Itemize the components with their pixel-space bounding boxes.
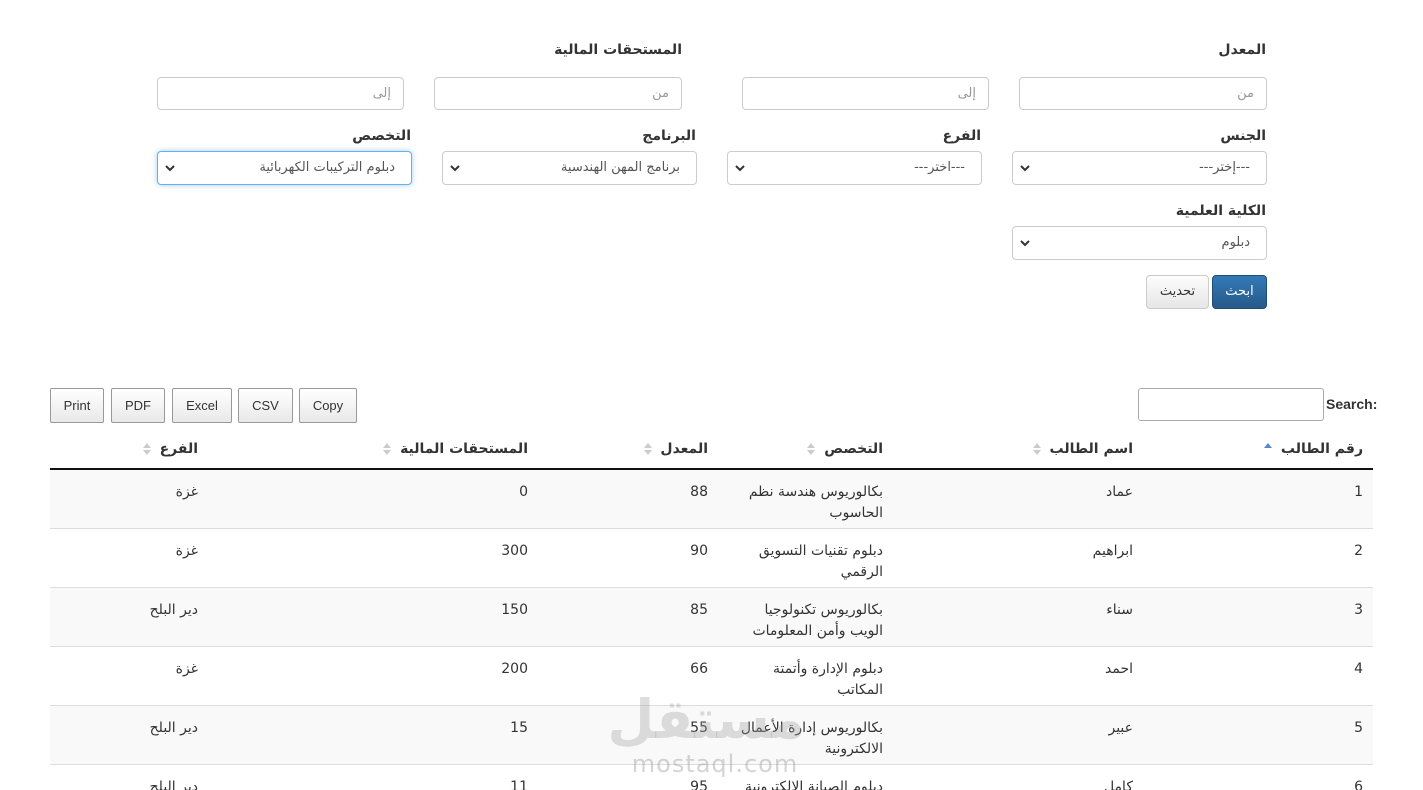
cell-branch: غزة xyxy=(50,468,208,528)
cell-branch: دير البلح xyxy=(50,586,208,646)
cell-branch: غزة xyxy=(50,527,208,587)
chevron-down-icon xyxy=(1020,165,1030,172)
table-row[interactable]: 6 كامل دبلوم الصيانة الإلكترونية 95 11 د… xyxy=(50,763,1373,790)
cell-average: 66 xyxy=(538,645,718,705)
cell-student-number: 2 xyxy=(1143,527,1373,587)
cell-average: 90 xyxy=(538,527,718,587)
cell-average: 85 xyxy=(538,586,718,646)
financial-label: المستحقات المالية xyxy=(554,42,682,58)
search-label: Search: xyxy=(1326,396,1378,412)
cell-specialty: بكالوريوس هندسة نظم الحاسوب xyxy=(718,468,893,528)
cell-specialty: بكالوريوس تكنولوجيا الويب وأمن المعلومات xyxy=(718,586,893,646)
cell-student-name: كامل xyxy=(893,763,1143,790)
cell-student-name: عماد xyxy=(893,468,1143,528)
pdf-button[interactable]: PDF xyxy=(111,388,165,423)
specialty-select-value: دبلوم التركيبات الكهربائية xyxy=(259,160,395,175)
sort-icon xyxy=(1032,443,1041,455)
table-row[interactable]: 4 احمد دبلوم الإدارة وأتمتة المكاتب 66 2… xyxy=(50,645,1373,705)
gender-select-value: ---إختر--- xyxy=(1199,160,1250,175)
cell-specialty: بكالوريوس إدارة الأعمال الالكترونية xyxy=(718,704,893,764)
branch-label: الفرع xyxy=(942,128,981,144)
branch-select[interactable]: ---اختر--- xyxy=(727,151,982,185)
refresh-button[interactable]: تحديث xyxy=(1146,275,1209,309)
program-select[interactable]: برنامج المهن الهندسية xyxy=(442,151,697,185)
chevron-down-icon xyxy=(735,165,745,172)
column-header-branch[interactable]: الفرع xyxy=(50,430,208,470)
column-header-student-number[interactable]: رقم الطالب xyxy=(1143,430,1373,470)
chevron-down-icon xyxy=(1020,240,1030,247)
cell-student-name: احمد xyxy=(893,645,1143,705)
students-table: رقم الطالب اسم الطالب التخصص المعدل المس… xyxy=(50,430,1373,790)
column-header-student-name[interactable]: اسم الطالب xyxy=(893,430,1143,470)
cell-student-number: 1 xyxy=(1143,468,1373,528)
cell-student-number: 6 xyxy=(1143,763,1373,790)
cell-average: 55 xyxy=(538,704,718,764)
sort-icon xyxy=(142,443,151,455)
table-row[interactable]: 1 عماد بكالوريوس هندسة نظم الحاسوب 88 0 … xyxy=(50,468,1373,528)
search-button[interactable]: ابحث xyxy=(1212,275,1267,309)
cell-financial: 200 xyxy=(208,645,538,705)
sort-icon xyxy=(807,443,816,455)
gender-select[interactable]: ---إختر--- xyxy=(1012,151,1267,185)
cell-financial: 11 xyxy=(208,763,538,790)
cell-student-number: 5 xyxy=(1143,704,1373,764)
cell-student-name: ابراهيم xyxy=(893,527,1143,587)
cell-financial: 300 xyxy=(208,527,538,587)
cell-specialty: دبلوم تقنيات التسويق الرقمي xyxy=(718,527,893,587)
column-header-label: المعدل xyxy=(660,441,708,457)
sort-ascending-icon xyxy=(1264,443,1273,448)
college-label: الكلية العلمية xyxy=(1175,203,1266,219)
college-select[interactable]: دبلوم xyxy=(1012,226,1267,260)
column-header-label: اسم الطالب xyxy=(1049,441,1133,457)
specialty-select[interactable]: دبلوم التركيبات الكهربائية xyxy=(157,151,412,185)
cell-specialty: دبلوم الإدارة وأتمتة المكاتب xyxy=(718,645,893,705)
cell-student-name: سناء xyxy=(893,586,1143,646)
column-header-label: رقم الطالب xyxy=(1280,441,1363,457)
print-button[interactable]: Print xyxy=(50,388,104,423)
cell-student-name: عبير xyxy=(893,704,1143,764)
column-header-label: المستحقات المالية xyxy=(400,441,528,457)
average-label: المعدل xyxy=(1218,42,1266,58)
chevron-down-icon xyxy=(165,165,175,172)
cell-average: 88 xyxy=(538,468,718,528)
cell-branch: غزة xyxy=(50,645,208,705)
program-label: البرنامج xyxy=(642,128,696,144)
copy-button[interactable]: Copy xyxy=(299,388,357,423)
sort-icon xyxy=(643,443,652,455)
table-row[interactable]: 3 سناء بكالوريوس تكنولوجيا الويب وأمن ال… xyxy=(50,586,1373,646)
cell-student-number: 4 xyxy=(1143,645,1373,705)
cell-branch: دير البلح xyxy=(50,763,208,790)
column-header-average[interactable]: المعدل xyxy=(538,430,718,470)
branch-select-value: ---اختر--- xyxy=(914,160,965,175)
cell-financial: 15 xyxy=(208,704,538,764)
excel-button[interactable]: Excel xyxy=(172,388,232,423)
financial-from-field[interactable]: من xyxy=(434,77,682,110)
cell-branch: دير البلح xyxy=(50,704,208,764)
chevron-down-icon xyxy=(450,165,460,172)
column-header-financial[interactable]: المستحقات المالية xyxy=(208,430,538,470)
column-header-specialty[interactable]: التخصص xyxy=(718,430,893,470)
cell-specialty: دبلوم الصيانة الإلكترونية xyxy=(718,763,893,790)
csv-button[interactable]: CSV xyxy=(238,388,293,423)
cell-financial: 150 xyxy=(208,586,538,646)
table-header-row: رقم الطالب اسم الطالب التخصص المعدل المس… xyxy=(50,430,1373,470)
gender-label: الجنس xyxy=(1220,128,1266,144)
cell-financial: 0 xyxy=(208,468,538,528)
cell-student-number: 3 xyxy=(1143,586,1373,646)
specialty-label: التخصص xyxy=(352,128,411,144)
table-row[interactable]: 2 ابراهيم دبلوم تقنيات التسويق الرقمي 90… xyxy=(50,527,1373,587)
college-select-value: دبلوم xyxy=(1221,235,1250,250)
column-header-label: التخصص xyxy=(824,441,883,457)
table-row[interactable]: 5 عبير بكالوريوس إدارة الأعمال الالكترون… xyxy=(50,704,1373,764)
cell-average: 95 xyxy=(538,763,718,790)
search-input[interactable] xyxy=(1138,388,1324,421)
column-header-label: الفرع xyxy=(159,441,198,457)
average-from-field[interactable]: من xyxy=(1019,77,1267,110)
program-select-value: برنامج المهن الهندسية xyxy=(560,160,680,175)
financial-to-field[interactable]: إلى xyxy=(157,77,404,110)
sort-icon xyxy=(383,443,392,455)
average-to-field[interactable]: إلى xyxy=(742,77,989,110)
